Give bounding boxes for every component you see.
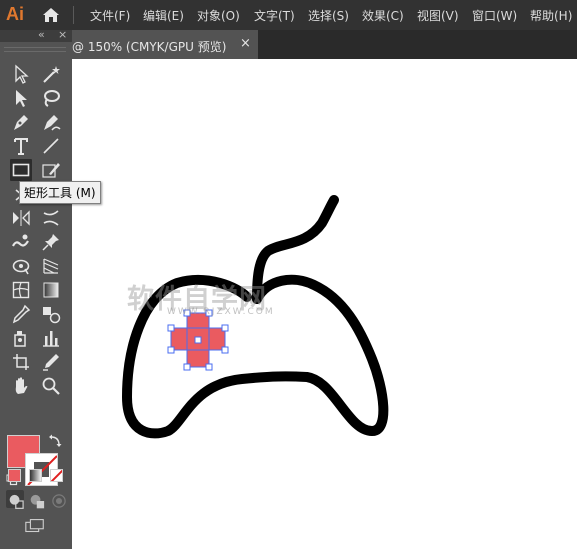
menu-select[interactable]: 选择(S) [308,7,349,24]
lasso-tool-icon[interactable] [40,87,62,109]
none-icon [51,470,62,481]
direct-selection-tool-icon[interactable] [10,87,32,109]
menu-type[interactable]: 文字(T) [254,7,295,24]
eyedropper-tool-icon[interactable] [10,303,32,325]
perspective-grid-tool-icon[interactable] [10,255,32,277]
column-graph-tool-icon[interactable] [40,327,62,349]
gradient-tool-icon[interactable] [40,279,62,301]
tools-panel: « × [0,28,72,549]
curvature-tool-icon[interactable] [40,111,62,133]
draw-behind-icon[interactable] [27,490,45,509]
menu-edit[interactable]: 编辑(E) [143,7,184,24]
document-tab-label: @ 150% (CMYK/GPU 预览) [72,40,227,54]
pen-tool-icon[interactable] [10,111,32,133]
document-tab-bar: @ 150% (CMYK/GPU 预览) × [72,30,577,59]
panel-header[interactable]: « × [0,28,72,42]
blend-tool-icon[interactable] [40,303,62,325]
hand-tool-icon[interactable] [10,375,32,397]
swap-fill-stroke-icon[interactable] [48,434,62,448]
pin-tool-icon[interactable] [40,231,62,253]
magic-wand-tool-icon[interactable] [40,63,62,85]
menu-effect[interactable]: 效果(C) [362,7,404,24]
panel-grip[interactable] [4,47,66,52]
reflect-tool-icon[interactable] [10,207,32,229]
menu-object[interactable]: 对象(O) [197,7,240,24]
app-logo: Ai [6,4,24,24]
screen-mode-icon[interactable] [24,515,48,533]
type-tool-icon[interactable] [10,135,32,157]
menu-view[interactable]: 视图(V) [417,7,459,24]
watermark-url: WWW.RJZXW.COM [167,307,275,317]
close-panel-icon[interactable]: × [58,28,67,41]
tooltip: 矩形工具 (M) [19,181,101,204]
shape-builder-tool-icon[interactable] [10,231,32,253]
gradient-grid-tool-icon[interactable] [10,279,32,301]
home-icon[interactable] [42,7,60,23]
menu-bar: Ai 文件(F) 编辑(E) 对象(O) 文字(T) 选择(S) 效果(C) 视… [0,0,577,30]
close-icon[interactable]: × [240,36,251,51]
slice-tool-icon[interactable] [40,351,62,373]
menu-window[interactable]: 窗口(W) [472,7,517,24]
mesh-tool-icon[interactable] [40,255,62,277]
menu-file[interactable]: 文件(F) [90,7,130,24]
menu-help[interactable]: 帮助(H) [530,7,572,24]
draw-normal-icon[interactable] [6,490,24,509]
color-mode-button[interactable] [8,469,21,482]
rectangle-tool-icon[interactable] [10,159,32,181]
puppet-warp-tool-icon[interactable] [40,207,62,229]
line-segment-tool-icon[interactable] [40,135,62,157]
symbol-sprayer-tool-icon[interactable] [10,327,32,349]
collapse-panel-icon[interactable]: « [38,28,45,41]
zoom-tool-icon[interactable] [40,375,62,397]
menu-divider [73,6,74,24]
artboard-tool-icon[interactable] [10,351,32,373]
draw-inside-icon[interactable] [48,490,66,508]
selection-tool-icon[interactable] [10,63,32,85]
canvas[interactable]: 软件自学网 WWW.RJZXW.COM [72,59,577,549]
document-tab[interactable]: @ 150% (CMYK/GPU 预览) × [72,30,258,59]
none-mode-button[interactable] [50,469,63,482]
gradient-mode-button[interactable] [29,469,42,482]
paintbrush-tool-icon[interactable] [40,159,62,181]
